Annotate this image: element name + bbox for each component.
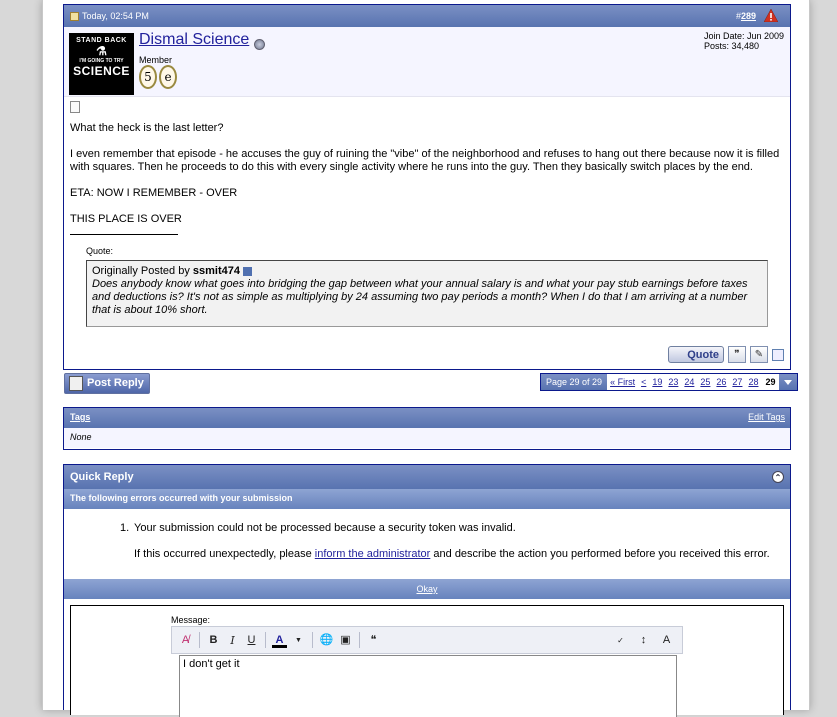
color-dropdown-icon[interactable]: ▼	[291, 633, 306, 648]
page-link[interactable]: 27	[732, 377, 742, 387]
okay-link[interactable]: Okay	[416, 584, 437, 594]
post: Today, 02:54 PM #289 STAND BACK ⚗ I'M GO…	[63, 4, 791, 370]
editor-toolbar: A̸ B I U A ▼ 🌐 ▣ ❝ ✓ ↕ A	[171, 626, 683, 654]
toolbar-right: ✓ ↕ A	[613, 633, 682, 648]
quick-reply-icon[interactable]: ✎	[750, 346, 768, 363]
quote-label: Quote:	[86, 246, 114, 256]
tags-value: None	[64, 428, 790, 448]
tags-header: Tags Edit Tags	[64, 408, 790, 428]
stick-figure-icon: ⚗	[96, 44, 107, 58]
tags-title-link[interactable]: Tags	[70, 412, 90, 422]
bold-button[interactable]: B	[206, 633, 221, 648]
page-link[interactable]: 23	[668, 377, 678, 387]
collapse-icon[interactable]: ⌃	[772, 471, 784, 483]
spellcheck-icon[interactable]: ✓	[613, 633, 628, 648]
post-paragraph: THIS PLACE IS OVER	[70, 213, 182, 225]
user-title: Member	[139, 55, 173, 65]
page-link[interactable]: 26	[716, 377, 726, 387]
tags-box: Tags Edit Tags None	[63, 407, 791, 450]
avatar-text-bottom: SCIENCE	[73, 64, 130, 78]
current-page: 29	[765, 377, 776, 387]
error-help: If this occurred unexpectedly, please in…	[134, 548, 770, 560]
message-textarea[interactable]: I don't get it	[179, 655, 677, 717]
quote-text: Does anybody know what goes into bridgin…	[92, 278, 748, 316]
page-link[interactable]: 24	[684, 377, 694, 387]
wrap-quote-icon[interactable]: ❝	[366, 633, 381, 648]
post-number-link[interactable]: 289	[741, 11, 756, 21]
insert-image-icon[interactable]: ▣	[338, 633, 353, 648]
errors-body: 1. Your submission could not be processe…	[64, 509, 790, 579]
page-navigation: Page 29 of 29 « First < 19 23 24 25 26 2…	[540, 373, 799, 391]
badge-icon: e	[159, 65, 177, 89]
page-prev-link[interactable]: <	[641, 377, 646, 387]
multi-quote-icon[interactable]: ❞	[728, 346, 746, 363]
join-info: Join Date: Jun 2009 Posts: 34,480	[704, 31, 784, 51]
post-paragraph: ETA: NOW I REMEMBER - OVER	[70, 187, 238, 199]
report-post-icon[interactable]	[764, 9, 778, 22]
page-link[interactable]: 19	[652, 377, 662, 387]
page-label: Page 29 of 29	[541, 374, 608, 390]
avatar-text-top: STAND BACK	[76, 37, 127, 44]
quick-reply-title: Quick Reply	[70, 471, 134, 483]
post-number: #289	[735, 11, 756, 21]
quote-box: Originally Posted by ssmit474 Does anybo…	[86, 260, 768, 327]
insert-link-icon[interactable]: 🌐	[319, 633, 334, 648]
error-number: 1.	[120, 522, 130, 534]
quote-author: ssmit474	[192, 265, 240, 277]
avatar[interactable]: STAND BACK ⚗ I'M GOING TO TRY SCIENCE	[69, 33, 134, 95]
resize-icon[interactable]: ↕	[636, 633, 651, 648]
page-first-link[interactable]: « First	[610, 377, 635, 387]
post-reply-button[interactable]: Post Reply	[64, 373, 150, 394]
toolbar-separator	[312, 632, 313, 648]
font-color-icon[interactable]: A	[272, 633, 287, 648]
post-reply-icon	[69, 376, 83, 391]
badge-icon: 5	[139, 65, 157, 89]
remove-format-icon[interactable]: A̸	[178, 633, 193, 648]
post-date: Today, 02:54 PM	[82, 11, 149, 21]
post-count: Posts: 34,480	[703, 41, 759, 51]
join-date: Join Date: Jun 2009	[703, 31, 784, 41]
user-badges: 5 e	[139, 65, 177, 89]
post-header: Today, 02:54 PM #289	[64, 5, 790, 27]
error-text: Your submission could not be processed b…	[134, 522, 516, 534]
toolbar-separator	[265, 632, 266, 648]
message-icon-row	[64, 97, 790, 119]
toolbar-separator	[199, 632, 200, 648]
post-reply-label: Post Reply	[87, 377, 144, 389]
clock-icon	[70, 11, 79, 21]
editor-area: Message: A̸ B I U A ▼ 🌐 ▣ ❝ ✓ ↕ A I don'…	[70, 605, 784, 717]
quick-reply-header: Quick Reply ⌃	[64, 465, 790, 489]
signature-divider	[70, 234, 178, 235]
quote-attribution: Originally Posted by ssmit474	[92, 265, 762, 278]
post-buttons: Quote ❞ ✎	[668, 346, 784, 363]
message-label: Message:	[171, 615, 211, 625]
user-info: STAND BACK ⚗ I'M GOING TO TRY SCIENCE Di…	[64, 27, 790, 97]
quote-button[interactable]: Quote	[668, 346, 724, 363]
page-link[interactable]: 25	[700, 377, 710, 387]
page-link[interactable]: 28	[748, 377, 758, 387]
page-dropdown-icon[interactable]	[779, 374, 798, 390]
inform-admin-link[interactable]: inform the administrator	[315, 548, 431, 560]
offline-status-icon	[254, 39, 265, 50]
page: Today, 02:54 PM #289 STAND BACK ⚗ I'M GO…	[42, 0, 810, 717]
okay-bar: Okay	[64, 579, 790, 599]
italic-button[interactable]: I	[225, 633, 240, 648]
post-paragraph: I even remember that episode - he accuse…	[70, 148, 780, 173]
switch-mode-icon[interactable]: A	[659, 633, 674, 648]
view-post-icon[interactable]	[242, 266, 252, 276]
post-icon	[70, 101, 80, 113]
post-body: What the heck is the last letter? I even…	[64, 119, 790, 330]
underline-button[interactable]: U	[244, 633, 259, 648]
report-icon[interactable]	[772, 348, 784, 361]
quick-reply: Quick Reply ⌃ The following errors occur…	[63, 464, 791, 717]
errors-header: The following errors occurred with your …	[64, 489, 790, 509]
username-link[interactable]: Dismal Science	[139, 31, 249, 49]
toolbar-separator	[359, 632, 360, 648]
post-paragraph: What the heck is the last letter?	[70, 122, 224, 134]
edit-tags-link[interactable]: Edit Tags	[748, 412, 785, 422]
